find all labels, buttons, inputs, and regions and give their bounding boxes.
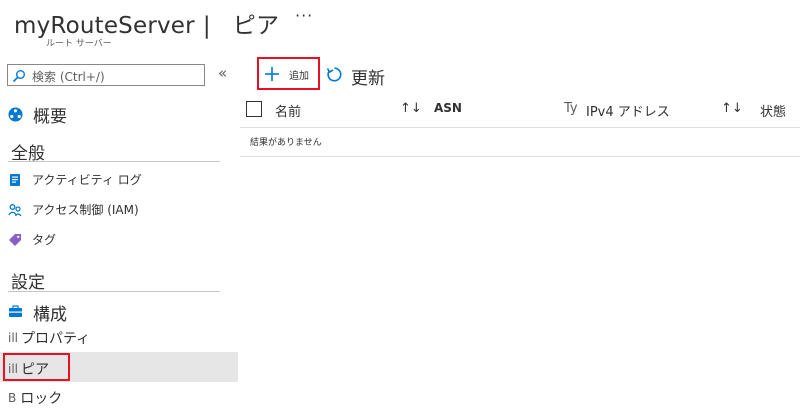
column-header-type-truncated: Ty xyxy=(564,101,578,116)
sidebar-item-activity-log[interactable]: アクティビティ ログ xyxy=(8,171,142,188)
sidebar-item-label: プロパティ xyxy=(21,331,91,347)
title-separator: | xyxy=(202,13,211,39)
sidebar-item-peers[interactable]: ill ピア xyxy=(8,359,49,379)
page-title-bar: myRouteServer | ピア xyxy=(14,6,279,40)
sidebar-item-label: アクセス制御 (IAM) xyxy=(32,203,139,217)
sidebar-item-label: 構成 xyxy=(33,305,67,325)
resource-type-subtitle: ルート サーバー xyxy=(46,39,112,49)
page-title: ピア xyxy=(232,13,280,39)
search-icon xyxy=(12,68,26,87)
refresh-button[interactable] xyxy=(326,66,343,87)
select-all-checkbox[interactable] xyxy=(246,101,262,117)
sidebar-item-properties[interactable]: ill プロパティ xyxy=(8,328,90,348)
sidebar-item-label: 概要 xyxy=(33,107,67,127)
column-header-status[interactable]: 状態 xyxy=(760,101,786,120)
sidebar-item-label: ピア xyxy=(21,362,50,378)
refresh-button-label[interactable]: 更新 xyxy=(351,64,385,89)
column-header-ipv4[interactable]: IPv4 アドレス xyxy=(586,101,670,120)
sidebar-item-iam[interactable]: アクセス制御 (IAM) xyxy=(8,201,139,218)
lock-icon: B xyxy=(8,391,17,405)
peers-icon: ill xyxy=(8,362,19,376)
section-divider xyxy=(8,161,220,162)
search-placeholder: 検索 (Ctrl+/) xyxy=(32,70,105,84)
sidebar-item-label: ロック xyxy=(20,391,63,407)
sidebar-item-label: アクティビティ ログ xyxy=(32,173,142,187)
properties-icon: ill xyxy=(8,331,19,345)
sort-ipv4-icon[interactable]: ↑↓ xyxy=(721,101,743,116)
add-button[interactable] xyxy=(264,66,280,86)
sidebar-item-configuration[interactable]: 構成 xyxy=(8,300,67,325)
section-heading-settings: 設定 xyxy=(11,273,45,293)
section-divider xyxy=(8,291,220,292)
sidebar-item-overview[interactable]: 概要 xyxy=(8,102,67,127)
sidebar-item-tags[interactable]: タグ xyxy=(8,231,56,248)
empty-results-message: 結果がありません xyxy=(250,138,322,148)
plus-icon xyxy=(264,67,280,86)
add-button-label[interactable]: 追加 xyxy=(289,67,309,82)
table-row-divider xyxy=(240,156,800,157)
collapse-sidebar-button[interactable]: « xyxy=(218,64,227,82)
column-header-name[interactable]: 名前 xyxy=(275,101,301,120)
iam-icon xyxy=(8,203,22,217)
table-header-divider xyxy=(240,127,800,128)
tag-icon xyxy=(8,233,22,247)
refresh-icon xyxy=(326,67,343,87)
overview-icon xyxy=(8,107,23,122)
configuration-icon xyxy=(8,305,23,320)
sort-name-icon[interactable]: ↑↓ xyxy=(400,101,422,116)
column-header-asn[interactable]: ASN xyxy=(434,101,462,115)
more-options-button[interactable]: ··· xyxy=(295,6,313,25)
activity-log-icon xyxy=(8,173,22,187)
search-input[interactable]: 検索 (Ctrl+/) xyxy=(7,64,205,86)
sidebar-item-locks[interactable]: B ロック xyxy=(8,388,62,408)
sidebar-item-label: タグ xyxy=(32,233,57,247)
